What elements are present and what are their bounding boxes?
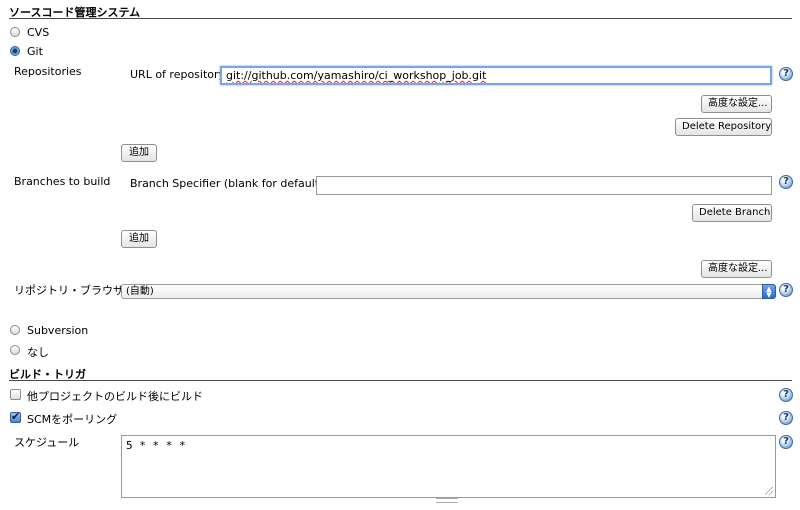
help-icon[interactable]: ? [779,411,793,425]
build-after-other-projects-checkbox[interactable] [10,389,21,400]
repository-url-value: git://github.com/yamashiro/ci_workshop_j… [226,69,487,82]
schedule-label: スケジュール [14,436,80,449]
repository-browser-select[interactable]: (自動) ▲ ▼ [121,284,776,299]
build-after-other-projects-label: 他プロジェクトのビルド後にビルド [27,390,203,403]
git-label: Git [27,45,43,58]
cvs-radio[interactable] [10,27,20,37]
add-repository-button[interactable]: 追加 [121,144,157,162]
add-branch-button[interactable]: 追加 [121,230,157,248]
help-icon[interactable]: ? [779,435,793,449]
repositories-label: Repositories [14,65,82,78]
none-radio[interactable] [10,345,20,355]
browser-advanced-button[interactable]: 高度な設定... [701,260,772,278]
poll-scm-label: SCMをポーリング [27,413,118,426]
up-down-arrows-icon: ▲ ▼ [762,284,776,299]
repository-url-label: URL of repository [130,68,226,81]
triggers-section-divider [9,380,792,381]
help-icon[interactable]: ? [779,175,793,189]
repository-url-input[interactable]: git://github.com/yamashiro/ci_workshop_j… [220,66,772,85]
branches-label: Branches to build [14,175,111,188]
delete-branch-button[interactable]: Delete Branch [692,204,772,222]
textarea-grip-icon[interactable] [436,498,458,503]
repository-advanced-button[interactable]: 高度な設定... [701,95,772,113]
subversion-radio[interactable] [10,325,20,335]
scm-section-divider [9,18,792,19]
repository-browser-selected: (自動) [126,286,154,297]
delete-repository-button[interactable]: Delete Repository [675,118,772,136]
resize-handle-icon[interactable] [765,487,773,495]
cvs-label: CVS [27,26,50,39]
help-icon[interactable]: ? [779,67,793,81]
help-icon[interactable]: ? [779,388,793,402]
none-label: なし [27,346,49,359]
repository-browser-label: リポジトリ・ブラウザ [14,284,124,297]
schedule-value: 5 * * * * [126,439,186,452]
schedule-textarea[interactable]: 5 * * * * [121,435,776,498]
poll-scm-checkbox[interactable] [10,410,21,423]
branch-specifier-input[interactable] [316,176,772,195]
help-icon[interactable]: ? [779,283,793,297]
branch-specifier-label: Branch Specifier (blank for default): [130,177,328,190]
git-radio[interactable] [10,46,20,56]
subversion-label: Subversion [27,324,89,337]
